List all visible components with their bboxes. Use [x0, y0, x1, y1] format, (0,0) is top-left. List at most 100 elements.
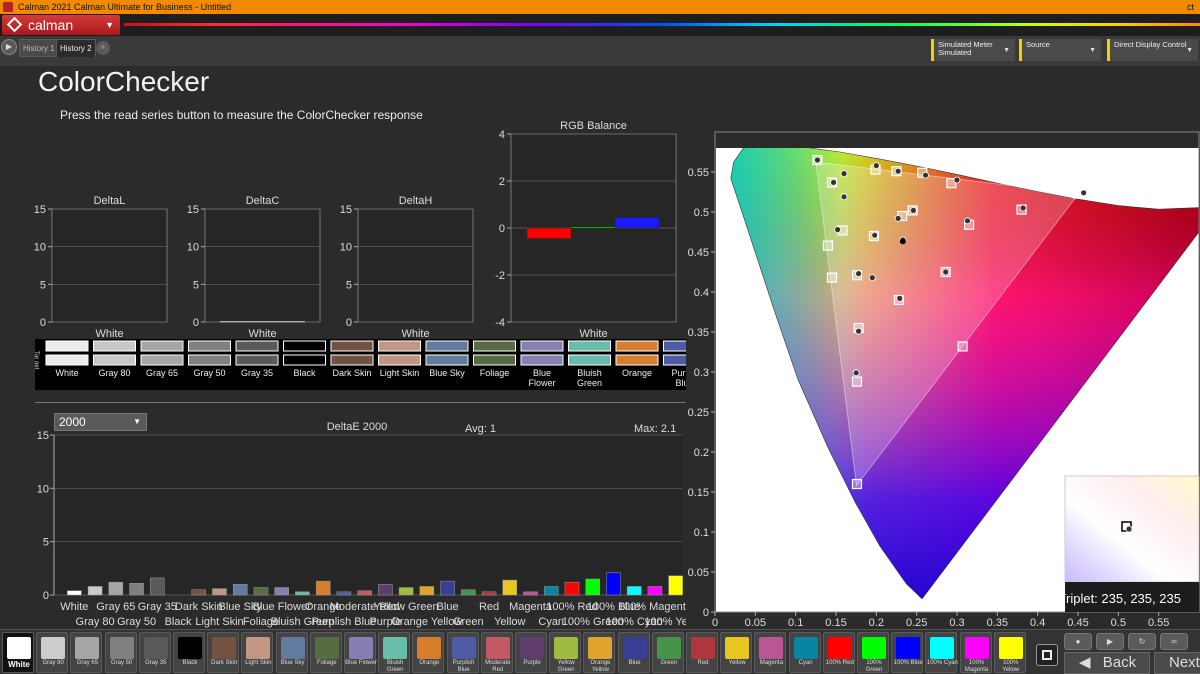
y-tick-label: 0.15 — [688, 487, 709, 499]
target-swatch — [188, 340, 231, 352]
swatch-button[interactable]: Yellow — [720, 632, 753, 673]
swatch-button[interactable]: Blue — [617, 632, 650, 673]
swatch-button[interactable]: Gray 80 — [36, 632, 69, 673]
link-button[interactable]: ∞ — [1160, 633, 1188, 650]
swatch-button[interactable]: Cyan — [788, 632, 821, 673]
x-tick-label: 0 — [712, 617, 718, 629]
stop-button[interactable] — [1036, 644, 1058, 666]
mini-chart-3: -4-2024RGB BalanceWhite — [495, 120, 677, 340]
swatch-button[interactable]: White — [2, 632, 34, 673]
swatch-label: Orange Yellow — [590, 660, 611, 673]
swatch-button[interactable]: Orange Yellow — [583, 632, 616, 673]
actual-swatch — [235, 354, 279, 366]
chart-title: RGB Balance — [560, 120, 627, 132]
swatch-button[interactable]: Magenta — [754, 632, 787, 673]
deltae-bar — [606, 572, 621, 596]
x-category-label: Black — [165, 616, 192, 628]
mini-chart-1: 051015DeltaCWhite — [187, 195, 321, 340]
measured-point — [868, 274, 876, 282]
swatch-chip — [143, 637, 168, 659]
swatch-button[interactable]: Dark Skin — [207, 632, 240, 673]
target-swatch — [378, 340, 421, 352]
swatch-button[interactable]: Bluish Green — [378, 632, 411, 673]
direct-display-control-dropdown[interactable]: Direct Display Control ▼ — [1107, 39, 1198, 61]
delta-bar — [220, 321, 305, 323]
x-category-label: Cyan — [538, 616, 564, 628]
swatch-button[interactable]: Red — [686, 632, 718, 673]
back-button[interactable]: ◀ Back — [1064, 652, 1150, 674]
swatch-chip — [964, 637, 989, 659]
swatch-button[interactable]: Black — [173, 632, 205, 673]
swatch-button[interactable]: Gray 65 — [70, 632, 103, 673]
deltae-bar — [626, 586, 642, 596]
swatch-button[interactable]: 100% Magenta — [959, 632, 992, 673]
measured-point — [834, 226, 842, 233]
swatch-chip — [554, 637, 579, 659]
next-button[interactable]: Next — [1154, 652, 1200, 674]
swatch-chip — [7, 637, 31, 659]
x-tick-label: 0.1 — [788, 617, 803, 629]
measured-point — [852, 369, 860, 377]
deltae-chart: 0 5 10 15 DeltaE 2000 Avg: 1 Max: 2.1 White Gray… — [37, 421, 700, 628]
x-tick-label: 0.2 — [869, 617, 884, 629]
swatch-table-graphic: Tar get White Gray 80 Gray 65 Gray 50 Gray 35… — [33, 340, 706, 388]
swatch-button[interactable]: Blue Sky — [275, 632, 308, 673]
y-tick-label: 2 — [499, 176, 505, 188]
swatch-button[interactable]: 100% Cyan — [925, 632, 958, 673]
add-tab-icon[interactable]: + — [96, 41, 110, 55]
source-dropdown[interactable]: Source ▼ — [1019, 39, 1101, 61]
swatch-name: Light Skin — [380, 368, 420, 378]
window-controls[interactable]: ct — [1187, 0, 1194, 14]
swatch-chip — [246, 637, 271, 659]
swatch-button[interactable]: Purple — [515, 632, 547, 673]
swatch-button[interactable]: Orange — [412, 632, 445, 673]
swatch-button[interactable]: Light Skin — [241, 632, 274, 673]
read-series-icon: ▶ — [1106, 637, 1114, 646]
swatch-chip — [314, 637, 339, 659]
measured-point — [840, 170, 848, 177]
x-tick-label: 0.05 — [745, 617, 766, 629]
cie-chart: CIE 1976 u'v'00.050.10.150.20.250.30.350… — [686, 115, 1200, 629]
meter-dropdown[interactable]: Simulated Meter Simulated ▼ — [931, 39, 1015, 61]
swatch-button[interactable]: Green — [651, 632, 684, 673]
swatch-name: White — [55, 368, 78, 378]
chart-frame — [204, 208, 321, 323]
read-once-button[interactable]: ● — [1064, 633, 1092, 650]
tab-label: History 2 — [60, 44, 92, 53]
y-tick-label: 15 — [187, 204, 199, 216]
bottom-swatch-bar: White Gray 80 Gray 65 Gray 50 Gray 35 Black Da… — [0, 629, 1200, 674]
read-continuous-button[interactable]: ↻ — [1128, 633, 1156, 650]
swatch-button[interactable]: 100% Green — [857, 632, 889, 673]
calman-menu-button[interactable]: calman ▼ — [2, 15, 120, 35]
swatch-button[interactable]: 100% Yellow — [993, 632, 1026, 673]
actual-swatch — [378, 354, 421, 366]
y-tick-label: 0.55 — [688, 167, 709, 179]
deltae-bar — [585, 578, 600, 596]
actual-swatch — [473, 354, 516, 366]
measured-point — [871, 231, 879, 239]
swatch-label: Bluish Green — [386, 660, 404, 673]
colorchecker-swatch-table: Tar get White Gray 80 Gray 65 Gray 50 Gray 35… — [33, 339, 706, 390]
play-icon[interactable]: ▶ — [1, 39, 17, 55]
swatch-button[interactable]: Foliage — [309, 632, 342, 673]
x-category-label: Green — [453, 616, 484, 628]
deltae-bar — [108, 581, 124, 596]
swatch-button[interactable]: Gray 50 — [104, 632, 137, 673]
swatch-button[interactable]: Gray 35 — [138, 632, 171, 673]
swatch-button[interactable]: 100% Red — [822, 632, 855, 673]
swatch-button[interactable]: Purplish Blue — [446, 632, 479, 673]
tab-history-1[interactable]: History 1 — [19, 39, 59, 57]
measured-point — [814, 156, 821, 164]
x-category-label: Orange Yellow — [391, 616, 462, 628]
read-series-button[interactable]: ▶ — [1096, 633, 1124, 650]
section-divider — [35, 402, 690, 403]
window-title: Calman 2021 Calman Ultimate for Business… — [18, 2, 232, 12]
deltae-bar — [357, 590, 372, 596]
swatch-button[interactable]: Blue Flower — [344, 632, 377, 673]
swatch-button[interactable]: 100% Blue — [891, 632, 924, 673]
swatch-button[interactable]: Moderate Red — [480, 632, 513, 673]
swatch-button[interactable]: Yellow Green — [549, 632, 582, 673]
measured-point — [894, 167, 902, 175]
swatch-name: Green — [577, 378, 602, 388]
tab-history-2[interactable]: History 2 — [56, 39, 96, 57]
